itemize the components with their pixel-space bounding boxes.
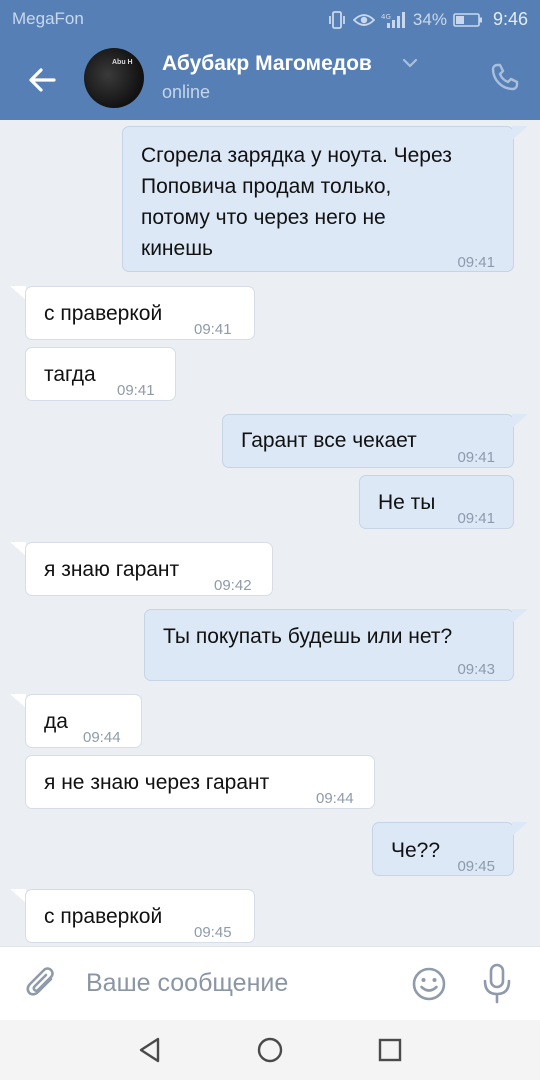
bubble-tail [10,889,26,903]
voice-message-button[interactable] [482,963,512,1010]
message-text: кинешь [141,237,213,260]
message-time: 09:41 [457,449,495,466]
system-nav-bar [0,1020,540,1080]
message-time: 09:41 [457,254,495,271]
back-button[interactable] [24,62,60,98]
nav-recent-icon[interactable] [378,1038,402,1062]
carrier-name: MegaFon [12,9,84,28]
message-text: тагда [44,363,96,386]
nav-home-icon[interactable] [256,1036,284,1064]
message-time: 09:44 [83,729,121,746]
battery-percent: 34% [412,9,447,29]
paperclip-icon [26,967,54,996]
message-time: 09:45 [457,858,495,875]
svg-text:4G: 4G [381,13,391,21]
vibrate-icon [329,10,345,29]
incoming-message[interactable]: я не знаю через гарант 09:44 [25,755,375,809]
message-text: Не ты [378,491,436,514]
phone-icon [491,63,519,91]
message-time: 09:45 [194,924,232,941]
message-text: я не знаю через гарант [44,771,270,794]
call-button[interactable] [490,62,520,92]
outgoing-message[interactable]: Не ты 09:41 [359,475,514,529]
message-text: с праверкой [44,905,163,928]
bubble-tail [10,542,26,556]
message-input[interactable] [86,963,386,1003]
message-text: Гарант все чекает [241,429,417,452]
emoji-button[interactable] [410,965,448,1008]
bubble-tail [10,286,26,300]
bubble-tail [512,414,528,428]
outgoing-message[interactable]: Сгорела зарядка у ноута. Через Поповича … [122,126,514,272]
smiley-icon [412,967,446,1001]
outgoing-message[interactable]: Че?? 09:45 [372,822,514,876]
message-time: 09:44 [316,790,354,807]
contact-avatar[interactable]: Abu H [84,48,144,108]
battery-icon [453,12,482,27]
message-list[interactable]: Сгорела зарядка у ноута. Через Поповича … [0,120,540,946]
message-text: да [44,710,68,733]
signal-icon: 4G [381,11,405,28]
message-time: 09:42 [214,577,252,594]
attach-button[interactable] [24,965,60,1008]
microphone-icon [483,963,511,1004]
chevron-down-icon[interactable] [402,58,418,68]
contact-name[interactable]: Абубакр Магомедов [162,52,372,76]
message-time: 09:41 [457,510,495,527]
incoming-message[interactable]: я знаю гарант 09:42 [25,542,273,596]
message-text: Ты покупать будешь или нет? [163,625,453,648]
message-text: Поповича продам только, [141,175,392,198]
clock: 9:46 [492,9,528,29]
message-text: с праверкой [44,302,163,325]
message-text: Че?? [391,839,441,862]
contact-status: online [162,82,211,102]
message-text: потому что через него не [141,206,386,229]
incoming-message[interactable]: с праверкой 09:45 [25,889,255,943]
outgoing-message[interactable]: Ты покупать будешь или нет? 09:43 [144,609,514,681]
outgoing-message[interactable]: Гарант все чекает 09:41 [222,414,514,468]
app-header: MegaFon 4G 34% 9:46 Abu H Абубакр Магоме… [0,0,540,120]
message-composer [0,946,540,1020]
arrow-left-icon [29,68,56,92]
bubble-tail [512,126,528,140]
message-time: 09:41 [117,382,155,399]
eye-icon [352,13,375,26]
status-bar: MegaFon 4G 34% 9:46 [0,0,540,38]
chat-toolbar: Abu H Абубакр Магомедов online [0,38,540,120]
message-time: 09:43 [457,661,495,678]
bubble-tail [10,694,26,708]
incoming-message[interactable]: с праверкой 09:41 [25,286,255,340]
message-text: я знаю гарант [44,558,180,581]
status-icons: 4G 34% 9:46 [327,9,528,30]
bubble-tail [512,609,528,623]
message-time: 09:41 [194,321,232,338]
bubble-tail [512,822,528,836]
message-text: Сгорела зарядка у ноута. Через [141,144,452,167]
avatar-caption: Abu H [112,59,133,66]
incoming-message[interactable]: тагда 09:41 [25,347,176,401]
incoming-message[interactable]: да 09:44 [25,694,142,748]
nav-back-icon[interactable] [136,1036,164,1064]
